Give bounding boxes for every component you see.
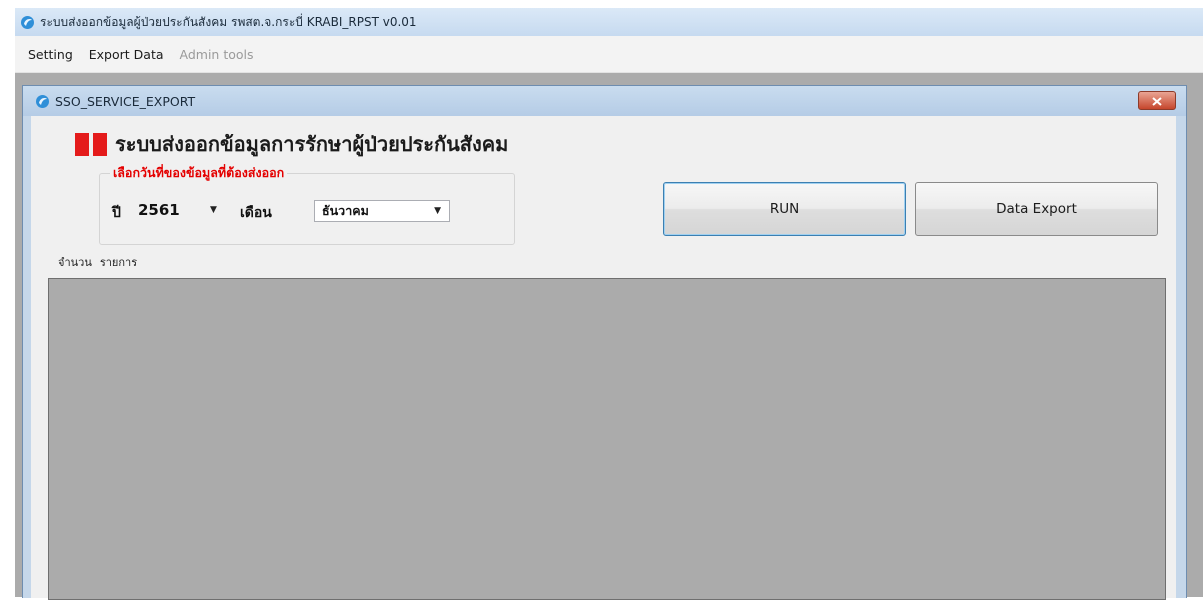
month-label: เดือน [240, 205, 272, 221]
record-count: จำนวน รายการ [58, 253, 145, 271]
form-heading: ระบบส่งออกข้อมูลการรักษาผู้ป่วยประกันสัง… [115, 132, 509, 156]
close-button[interactable] [1138, 91, 1176, 110]
chevron-down-icon[interactable]: ▼ [434, 206, 441, 216]
count-label: จำนวน [58, 256, 92, 269]
menu-setting[interactable]: Setting [25, 47, 76, 62]
chevron-down-icon[interactable]: ▼ [210, 205, 217, 215]
app-title-bar[interactable]: ระบบส่งออกข้อมูลผู้ป่วยประกันสังคม รพสต.… [15, 8, 1203, 36]
app-logo-icon [20, 15, 35, 30]
window-logo-icon [35, 94, 50, 109]
red-marker-icon [75, 132, 107, 156]
data-export-button[interactable]: Data Export [915, 182, 1158, 236]
count-unit: รายการ [99, 256, 138, 269]
date-selection-group: เลือกวันที่ของข้อมูลที่ต้องส่งออก ปี 256… [99, 163, 515, 245]
menu-admin-tools: Admin tools [179, 46, 254, 62]
child-window-title-bar[interactable]: SSO_SERVICE_EXPORT [23, 86, 1186, 116]
run-button[interactable]: RUN [663, 182, 906, 236]
year-dropdown[interactable]: 2561 ▼ [134, 198, 228, 222]
year-label: ปี [112, 205, 121, 221]
form-client-area: ระบบส่งออกข้อมูลการรักษาผู้ป่วยประกันสัง… [31, 116, 1176, 600]
date-group-label: เลือกวันที่ของข้อมูลที่ต้องส่งออก [110, 163, 288, 183]
data-grid[interactable] [48, 278, 1166, 600]
month-value: ธันวาคม [322, 203, 369, 218]
sso-service-export-window: SSO_SERVICE_EXPORT ระบบส่งออกข้อมูลการรั… [22, 85, 1187, 600]
year-value: 2561 [138, 201, 180, 219]
close-x-icon [1152, 91, 1162, 110]
app-title: ระบบส่งออกข้อมูลผู้ป่วยประกันสังคม รพสต.… [40, 14, 417, 29]
form-header: ระบบส่งออกข้อมูลการรักษาผู้ป่วยประกันสัง… [75, 128, 508, 160]
child-window-title: SSO_SERVICE_EXPORT [55, 93, 196, 109]
menu-bar: Setting Export Data Admin tools [15, 36, 1203, 73]
menu-export-data[interactable]: Export Data [86, 47, 167, 62]
month-dropdown[interactable]: ธันวาคม ▼ [314, 200, 450, 222]
